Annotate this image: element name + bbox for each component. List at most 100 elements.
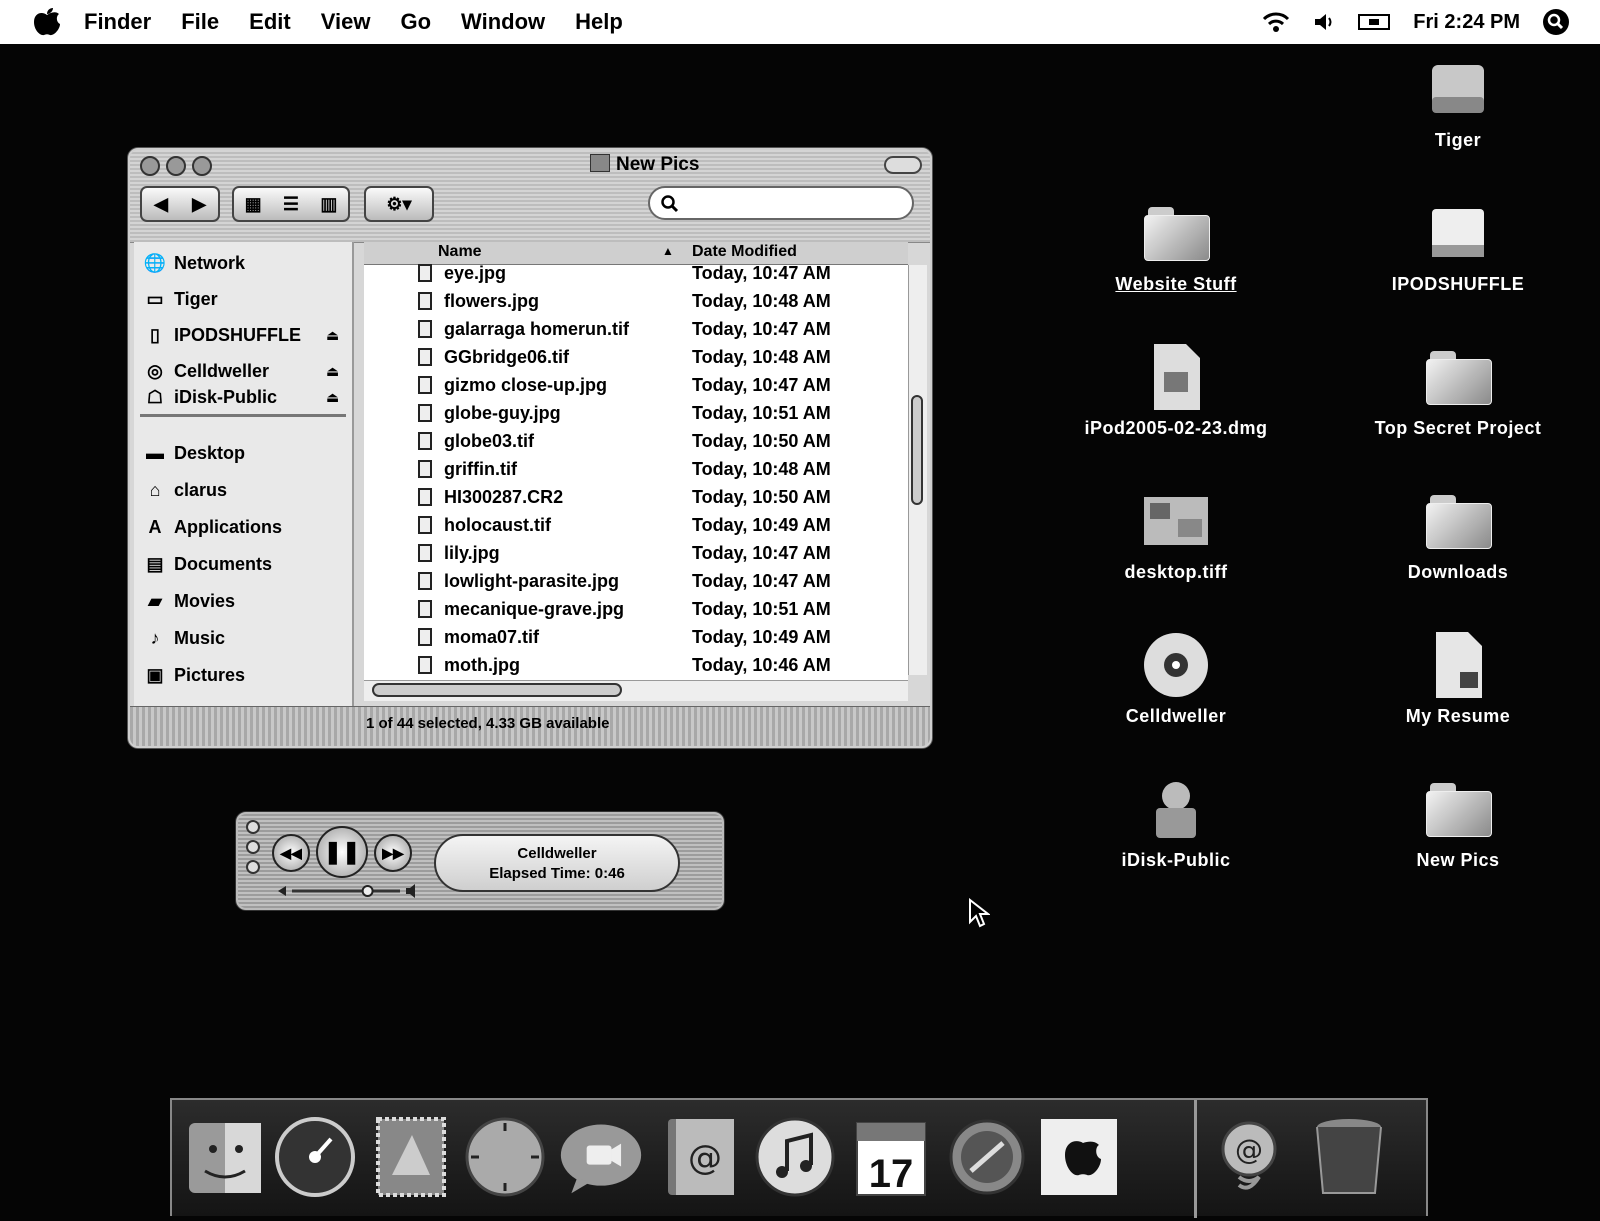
finder-icon[interactable] <box>182 1114 268 1200</box>
desktop-icon-downloads[interactable]: Downloads <box>1338 484 1578 583</box>
sidebar-item-label: IPODSHUFFLE <box>174 324 302 345</box>
table-row[interactable]: lowlight-parasite.jpg Today, 10:47 AM <box>364 568 908 596</box>
menu-view[interactable]: View <box>321 9 371 35</box>
desktop-icon-celldweller[interactable]: Celldweller <box>1056 628 1296 727</box>
file-icon <box>418 404 432 422</box>
disk-image-icon <box>1140 340 1212 414</box>
downloads-stack-icon[interactable]: @ <box>1206 1114 1292 1200</box>
forward-arrow-icon[interactable]: ▶ <box>192 194 206 215</box>
window-titlebar[interactable]: New Pics ◀ ▶ ▦ ☰ ▥ ⚙▾ <box>130 150 930 243</box>
display-icon[interactable] <box>1357 11 1391 33</box>
sidebar-item-pictures[interactable]: ▣ Pictures <box>142 660 245 690</box>
scroll-thumb[interactable] <box>911 395 923 505</box>
scroll-thumb[interactable] <box>372 683 622 697</box>
close-button[interactable] <box>246 820 260 834</box>
table-row[interactable]: moma07.tif Today, 10:49 AM <box>364 624 908 652</box>
pause-button[interactable]: ❚❚ <box>316 826 368 878</box>
menu-go[interactable]: Go <box>400 9 431 35</box>
address-book-icon[interactable]: @ <box>658 1114 744 1200</box>
table-row[interactable]: griffin.tif Today, 10:48 AM <box>364 456 908 484</box>
menu-file[interactable]: File <box>181 9 219 35</box>
vertical-scrollbar[interactable] <box>908 265 927 675</box>
menu-finder[interactable]: Finder <box>84 9 151 35</box>
sidebar-item-applications[interactable]: A Applications <box>142 512 283 542</box>
file-icon <box>418 656 432 674</box>
back-arrow-icon[interactable]: ◀ <box>154 194 168 215</box>
apple-icon[interactable] <box>1036 1114 1122 1200</box>
menu-window[interactable]: Window <box>461 9 545 35</box>
safari-icon[interactable] <box>462 1114 548 1200</box>
sidebar-item-movies[interactable]: ▰ Movies <box>142 586 235 616</box>
desktop-icon-new-pics[interactable]: New Pics <box>1338 772 1578 871</box>
desktop-icon-ipod-dmg[interactable]: iPod2005-02-23.dmg <box>1056 340 1296 439</box>
table-row[interactable]: flowers.jpg Today, 10:48 AM <box>364 288 908 316</box>
dashboard-icon[interactable] <box>272 1114 358 1200</box>
sidebar-item-idisk-public[interactable]: ☖ iDisk-Public <box>142 382 277 412</box>
desktop-icon-top-secret-project[interactable]: Top Secret Project <box>1338 340 1578 439</box>
column-header-name[interactable]: Name <box>438 243 482 261</box>
table-row[interactable]: GGbridge06.tif Today, 10:48 AM <box>364 344 908 372</box>
sidebar-item-ipodshuffle[interactable]: ▯ IPODSHUFFLE <box>142 320 301 350</box>
file-list: Name ▲ Date Modified eye.jpg Today, 10:47… <box>364 242 908 680</box>
eject-icon[interactable]: ⏏ <box>326 363 339 380</box>
horizontal-scrollbar[interactable] <box>364 680 908 701</box>
minimize-button[interactable] <box>166 156 186 176</box>
sidebar-item-documents[interactable]: ▤ Documents <box>142 549 272 579</box>
column-view-icon[interactable]: ▥ <box>320 194 337 215</box>
ical-icon[interactable]: 17 <box>848 1114 934 1200</box>
desktop-icon-my-resume[interactable]: My Resume <box>1338 628 1578 727</box>
eject-icon[interactable]: ⏏ <box>326 389 339 406</box>
file-date: Today, 10:47 AM <box>692 375 831 395</box>
table-row[interactable]: galarraga homerun.tif Today, 10:47 AM <box>364 316 908 344</box>
next-track-button[interactable]: ▶▶ <box>374 834 412 872</box>
zoom-button[interactable] <box>192 156 212 176</box>
desktop-icon-tiger[interactable]: Tiger <box>1338 52 1578 151</box>
menu-edit[interactable]: Edit <box>249 9 291 35</box>
sidebar-item-network[interactable]: 🌐 Network <box>142 248 245 278</box>
sidebar-item-desktop[interactable]: ▬ Desktop <box>142 438 245 468</box>
mail-stamp-icon[interactable] <box>368 1114 454 1200</box>
table-row[interactable]: eye.jpg Today, 10:47 AM <box>364 260 908 288</box>
table-row[interactable]: HI300287.CR2 Today, 10:50 AM <box>364 484 908 512</box>
desktop-icon-website-stuff[interactable]: Website Stuff <box>1056 196 1296 295</box>
menu-clock[interactable]: Fri 2:24 PM <box>1413 11 1520 34</box>
sidebar-item-music[interactable]: ♪ Music <box>142 623 226 653</box>
volume-icon[interactable] <box>1313 11 1335 33</box>
spotlight-icon[interactable] <box>1542 8 1570 36</box>
sidebar-item-clarus[interactable]: ⌂ clarus <box>142 475 227 505</box>
ichat-icon[interactable] <box>558 1114 644 1200</box>
sidebar-item-label: clarus <box>174 479 228 500</box>
sidebar-divider <box>140 414 346 417</box>
menu-help[interactable]: Help <box>575 9 623 35</box>
sidebar-item-tiger[interactable]: ▭ Tiger <box>142 284 217 314</box>
close-button[interactable] <box>140 156 160 176</box>
now-playing-display[interactable]: Celldweller Elapsed Time: 0:46 <box>434 834 680 892</box>
desktop-icon-desktop-tiff[interactable]: desktop.tiff <box>1056 484 1296 583</box>
desktop-icon-ipodshuffle[interactable]: IPODSHUFFLE <box>1338 196 1578 295</box>
previous-track-button[interactable]: ◀◀ <box>272 834 310 872</box>
svg-text:@: @ <box>1235 1133 1263 1166</box>
minimize-button[interactable] <box>246 840 260 854</box>
table-row[interactable]: mecanique-grave.jpg Today, 10:51 AM <box>364 596 908 624</box>
apple-menu-icon[interactable] <box>30 7 64 37</box>
desktop-icon-idisk-public[interactable]: iDisk-Public <box>1056 772 1296 871</box>
table-row[interactable]: gizmo close-up.jpg Today, 10:47 AM <box>364 372 908 400</box>
icon-view-icon[interactable]: ▦ <box>245 194 262 215</box>
list-view-icon[interactable]: ☰ <box>283 194 299 215</box>
search-field[interactable] <box>648 186 914 220</box>
table-row[interactable]: globe-guy.jpg Today, 10:51 AM <box>364 400 908 428</box>
volume-slider[interactable] <box>278 884 428 898</box>
itunes-icon[interactable] <box>752 1114 838 1200</box>
table-row[interactable]: lily.jpg Today, 10:47 AM <box>364 540 908 568</box>
toolbar-toggle-button[interactable] <box>884 156 922 174</box>
trash-icon[interactable] <box>1306 1114 1392 1200</box>
system-preferences-icon[interactable] <box>944 1114 1030 1200</box>
table-row[interactable]: globe03.tif Today, 10:50 AM <box>364 428 908 456</box>
eject-icon[interactable]: ⏏ <box>326 327 339 344</box>
table-row[interactable]: moth.jpg Today, 10:46 AM <box>364 652 908 680</box>
column-header-date[interactable]: Date Modified <box>692 243 797 261</box>
table-row[interactable]: holocaust.tif Today, 10:49 AM <box>364 512 908 540</box>
zoom-button[interactable] <box>246 860 260 874</box>
wifi-icon[interactable] <box>1261 10 1291 34</box>
action-menu-button[interactable]: ⚙▾ <box>364 186 434 222</box>
